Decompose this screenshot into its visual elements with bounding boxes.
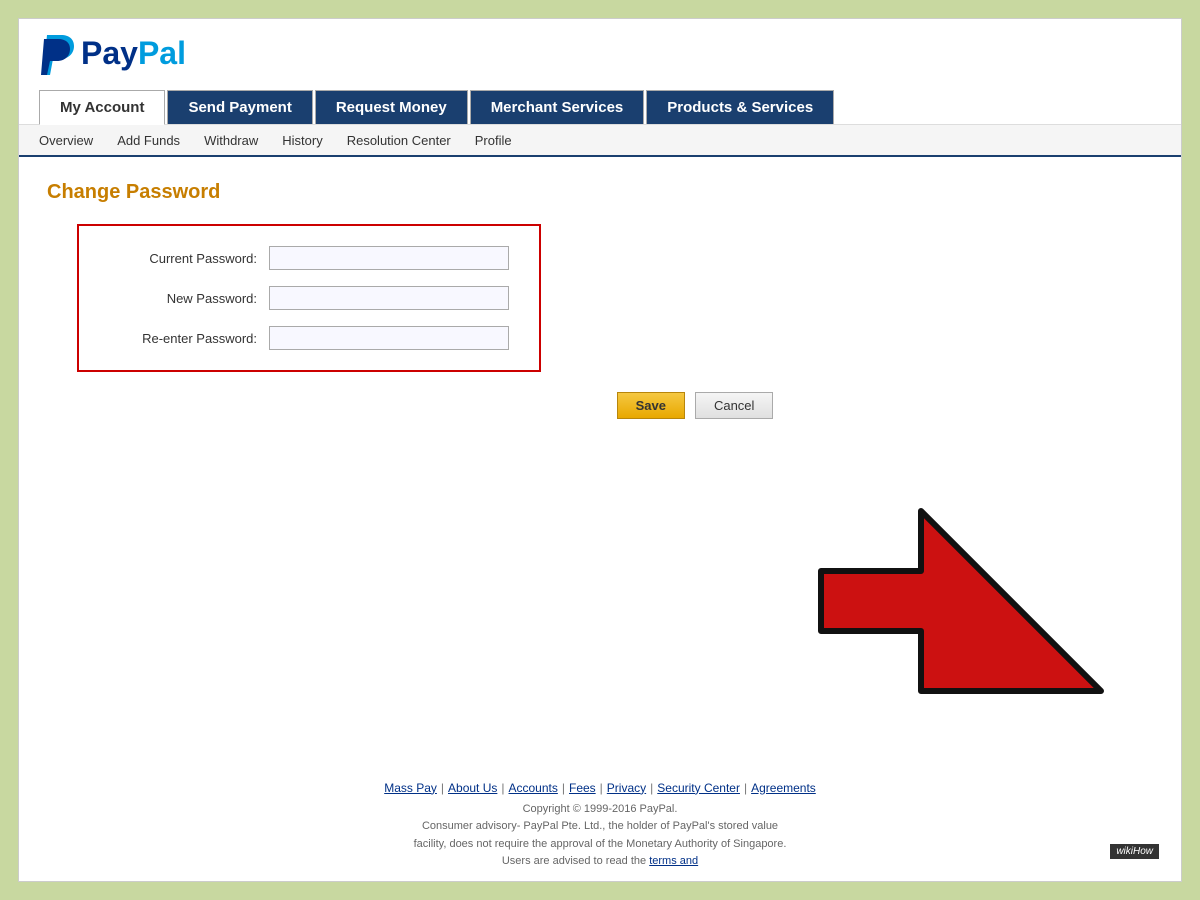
header: PayPal My Account Send Payment Request M… — [19, 19, 1181, 125]
new-password-input[interactable] — [269, 286, 509, 310]
new-password-label: New Password: — [109, 291, 269, 306]
footer: Mass Pay | About Us | Accounts | Fees | … — [19, 781, 1181, 871]
footer-copyright: Copyright © 1999-2016 PayPal. — [39, 801, 1161, 819]
footer-link-fees[interactable]: Fees — [569, 781, 596, 795]
tab-merchant-services[interactable]: Merchant Services — [470, 90, 645, 124]
new-password-row: New Password: — [109, 286, 509, 310]
subnav-profile[interactable]: Profile — [475, 127, 512, 154]
subnav-overview[interactable]: Overview — [39, 127, 93, 154]
logo-area: PayPal — [39, 31, 1161, 85]
footer-advisory-3: Users are advised to read the terms and — [39, 853, 1161, 871]
current-password-label: Current Password: — [109, 251, 269, 266]
page-title: Change Password — [47, 181, 1153, 204]
button-row: Save Cancel — [77, 392, 1153, 419]
tab-send-payment[interactable]: Send Payment — [167, 90, 312, 124]
footer-advisory-2: facility, does not require the approval … — [39, 836, 1161, 854]
reenter-password-row: Re-enter Password: — [109, 326, 509, 350]
sub-nav: Overview Add Funds Withdraw History Reso… — [19, 125, 1181, 157]
subnav-withdraw[interactable]: Withdraw — [204, 127, 258, 154]
footer-link-accounts[interactable]: Accounts — [509, 781, 558, 795]
subnav-add-funds[interactable]: Add Funds — [117, 127, 180, 154]
footer-link-privacy[interactable]: Privacy — [607, 781, 646, 795]
footer-link-about-us[interactable]: About Us — [448, 781, 497, 795]
paypal-wordmark: PayPal — [81, 35, 186, 72]
subnav-history[interactable]: History — [282, 127, 322, 154]
change-password-form: Current Password: New Password: Re-enter… — [77, 224, 541, 372]
tab-products-services[interactable]: Products & Services — [646, 90, 834, 124]
footer-advisory-1: Consumer advisory- PayPal Pte. Ltd., the… — [39, 818, 1161, 836]
save-button[interactable]: Save — [617, 392, 685, 419]
tab-my-account[interactable]: My Account — [39, 90, 165, 125]
paypal-p-icon — [39, 31, 75, 75]
content-area: Change Password Current Password: New Pa… — [19, 157, 1181, 443]
footer-links: Mass Pay | About Us | Accounts | Fees | … — [39, 781, 1161, 795]
footer-link-security[interactable]: Security Center — [657, 781, 740, 795]
main-nav: My Account Send Payment Request Money Me… — [39, 89, 1161, 124]
footer-link-agreements[interactable]: Agreements — [751, 781, 816, 795]
subnav-resolution-center[interactable]: Resolution Center — [347, 127, 451, 154]
current-password-row: Current Password: — [109, 246, 509, 270]
annotation-arrow — [761, 411, 1141, 761]
tab-request-money[interactable]: Request Money — [315, 90, 468, 124]
paypal-logo: PayPal — [39, 31, 186, 75]
footer-terms-link[interactable]: terms and — [649, 855, 698, 867]
current-password-input[interactable] — [269, 246, 509, 270]
reenter-password-input[interactable] — [269, 326, 509, 350]
footer-link-mass-pay[interactable]: Mass Pay — [384, 781, 437, 795]
wikihow-badge: wikiHow — [1110, 844, 1159, 859]
cancel-button[interactable]: Cancel — [695, 392, 773, 419]
reenter-password-label: Re-enter Password: — [109, 331, 269, 346]
